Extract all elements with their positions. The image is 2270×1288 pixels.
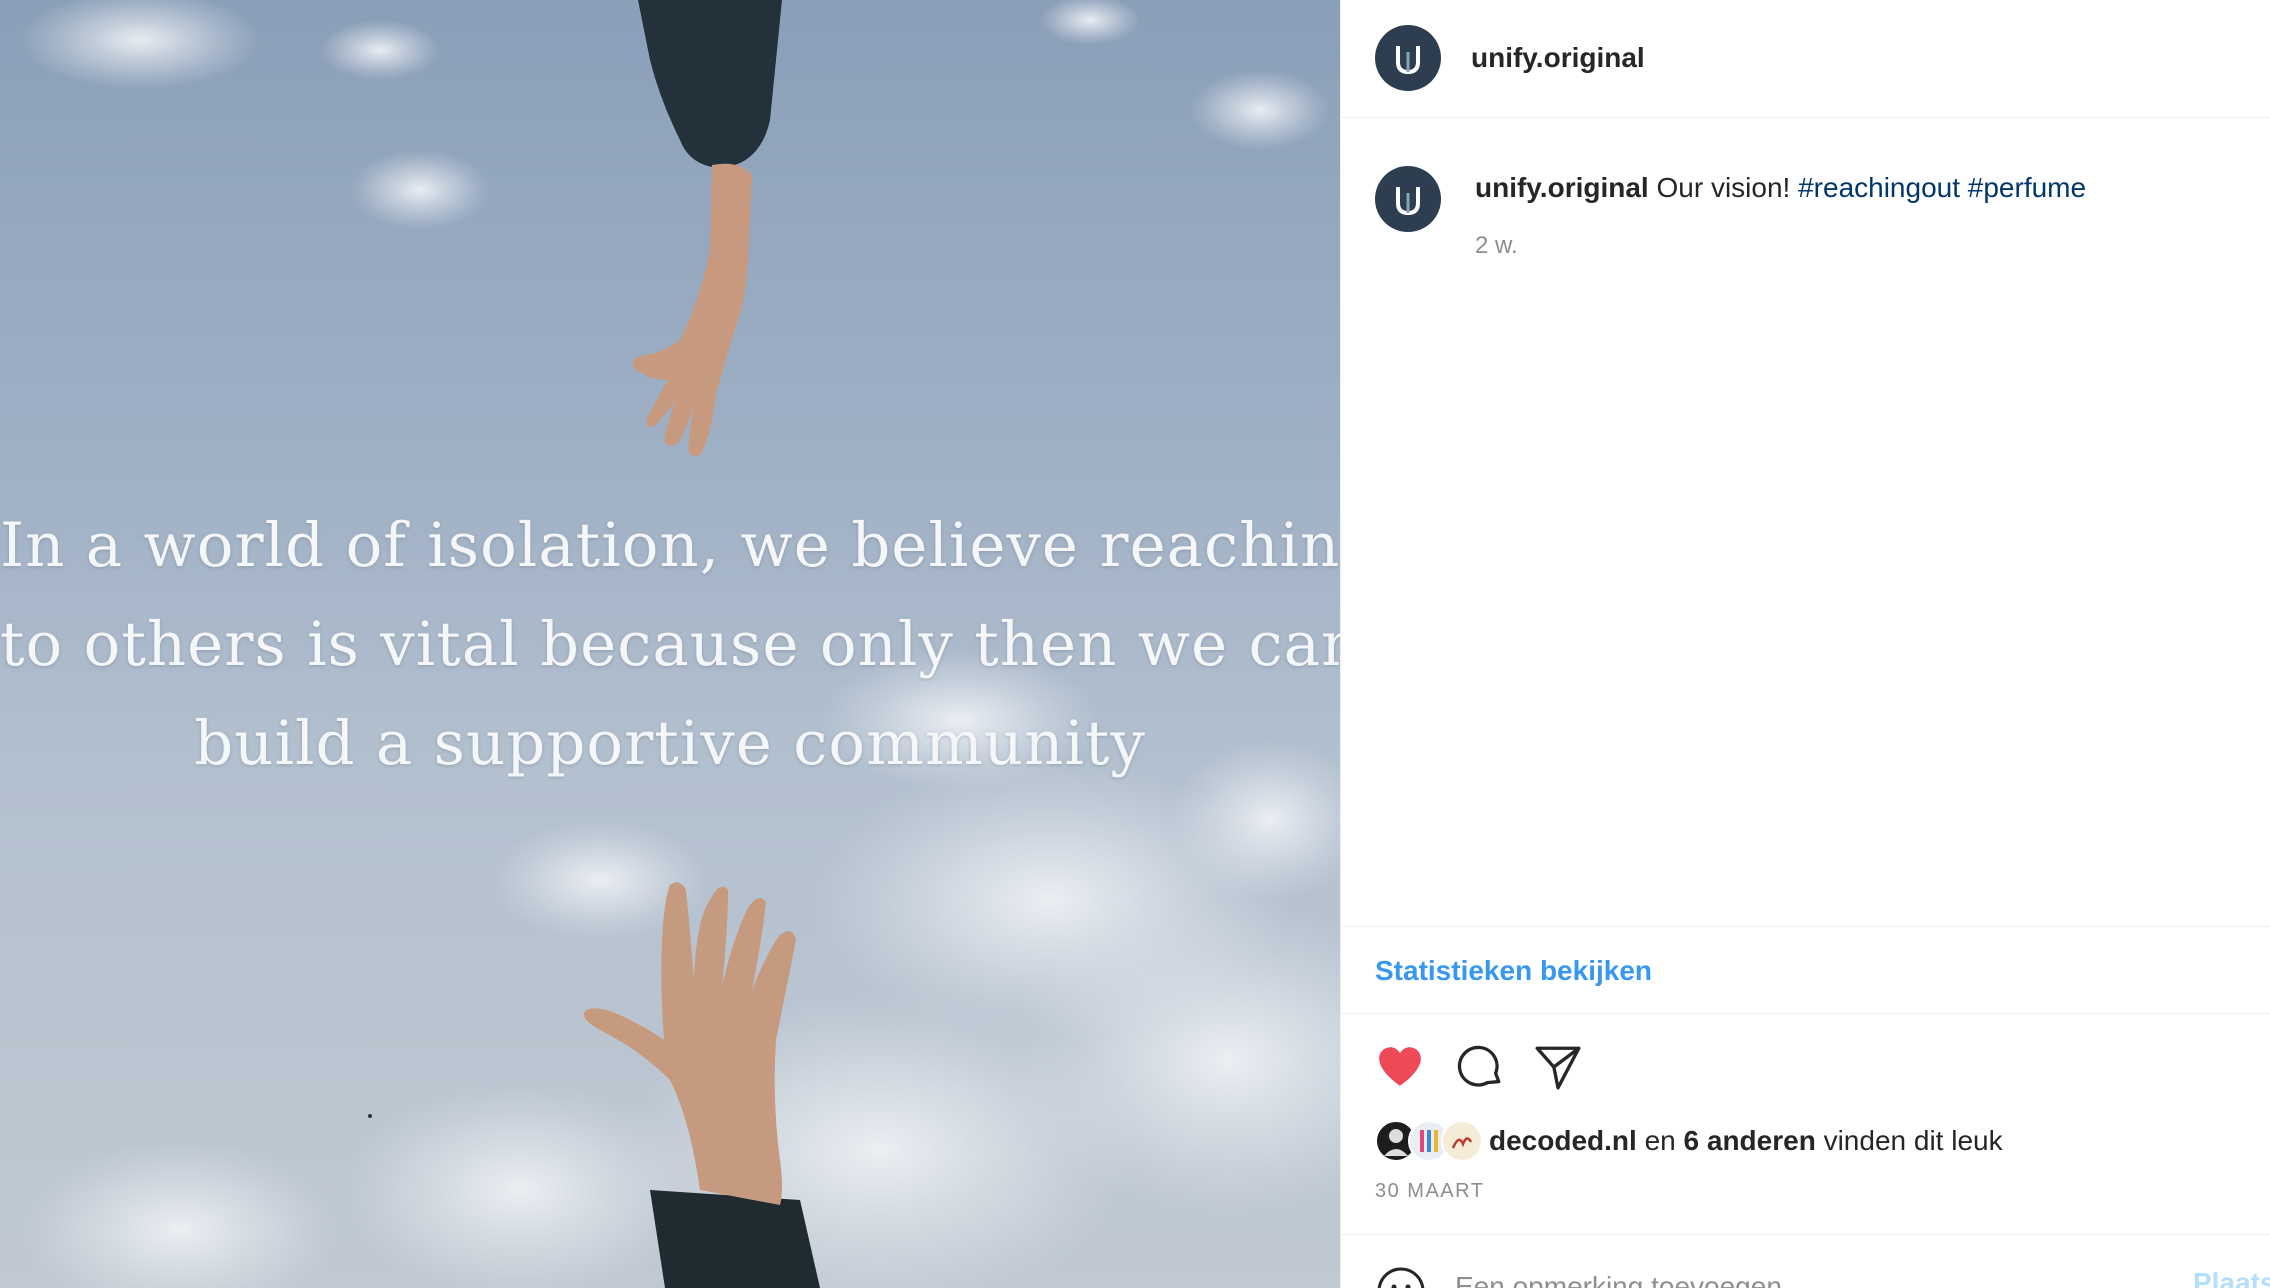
- caption-body: Our vision!: [1656, 172, 1791, 203]
- caption-text: unify.original Our vision! #reachingout …: [1475, 168, 2235, 208]
- avatar: [1441, 1120, 1483, 1162]
- view-insights-link[interactable]: Statistieken bekijken: [1375, 955, 1652, 987]
- quote-line: build a supportive community: [194, 708, 1146, 779]
- logo-icon: [1451, 1137, 1473, 1149]
- quote-line: to others is vital because only then we …: [0, 609, 1340, 680]
- post-image[interactable]: In a world of isolation, we believe reac…: [0, 0, 1340, 1288]
- share-icon[interactable]: [1533, 1042, 1583, 1092]
- post-details-panel: unify.original unify.original Our vision…: [1340, 0, 2270, 1288]
- quote-line: In a world of isolation, we believe reac…: [0, 510, 1340, 581]
- liker-avatars[interactable]: [1375, 1120, 1483, 1162]
- unify-logo-icon: [1396, 187, 1420, 216]
- hashtag-link[interactable]: #perfume: [1968, 172, 2086, 203]
- comment-box: Plaatsen: [1341, 1234, 2270, 1288]
- likes-connector: en: [1644, 1125, 1676, 1156]
- quote-text: In a world of isolation, we believe reac…: [0, 496, 1340, 793]
- top-hand: [632, 0, 782, 457]
- post-header: unify.original: [1341, 0, 2270, 118]
- emoji-icon[interactable]: [1375, 1265, 1427, 1288]
- post-date[interactable]: 30 MAART: [1375, 1180, 1484, 1203]
- others-link[interactable]: 6 anderen: [1684, 1125, 1816, 1156]
- caption-timestamp[interactable]: 2 w.: [1475, 232, 1518, 260]
- likes-suffix: vinden dit leuk: [1823, 1125, 2003, 1156]
- comment-icon[interactable]: [1455, 1042, 1505, 1092]
- first-liker-link[interactable]: decoded.nl: [1489, 1125, 1637, 1156]
- comment-input[interactable]: [1455, 1267, 2095, 1288]
- avatar[interactable]: [1375, 166, 1441, 232]
- hashtag-link[interactable]: #reachingout: [1798, 172, 1960, 203]
- likes-text: decoded.nl en 6 anderen vinden dit leuk: [1489, 1125, 2003, 1157]
- avatar[interactable]: [1375, 25, 1441, 91]
- post-comment-button[interactable]: Plaatsen: [2193, 1267, 2270, 1288]
- heart-icon[interactable]: [1375, 1042, 1425, 1092]
- action-bar: [1341, 1036, 2270, 1096]
- caption-username[interactable]: unify.original: [1475, 172, 1649, 203]
- header-username[interactable]: unify.original: [1471, 42, 1645, 74]
- unify-logo-icon: [1396, 46, 1420, 75]
- insights-bar: Statistieken bekijken: [1341, 926, 2270, 1014]
- likes-summary: decoded.nl en 6 anderen vinden dit leuk: [1375, 1118, 2003, 1164]
